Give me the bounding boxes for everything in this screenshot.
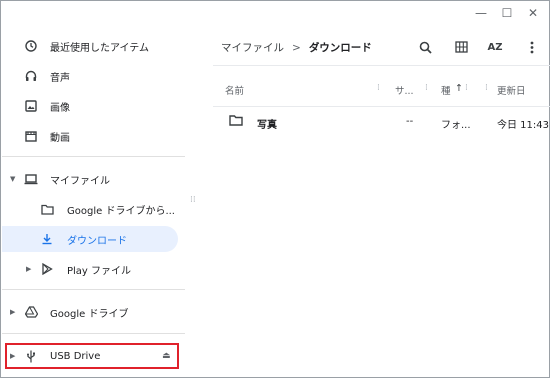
- sidebar-item-downloads[interactable]: ダウンロード: [2, 226, 178, 252]
- sidebar-item-videos[interactable]: 動画: [2, 123, 187, 149]
- table-row[interactable]: 写真 -- フォ... 今日 11:43: [213, 109, 550, 135]
- sidebar-item-label: 画像: [50, 102, 70, 114]
- expand-arrow-icon[interactable]: ▼: [10, 175, 15, 183]
- laptop-icon: [24, 172, 38, 186]
- sidebar-item-label: ダウンロード: [67, 235, 127, 247]
- grid-view-icon: [454, 41, 468, 53]
- file-name: 写真: [257, 120, 277, 131]
- column-resize-handle[interactable]: ⁞: [377, 83, 380, 93]
- breadcrumb: マイファイル > ダウンロード: [221, 40, 372, 55]
- sidebar-resize-handle[interactable]: ⁞⁞: [190, 196, 196, 209]
- more-options-button[interactable]: [523, 38, 541, 56]
- sort-az-icon: AZ: [487, 41, 503, 53]
- expand-arrow-icon[interactable]: ▶: [26, 265, 31, 273]
- sidebar-item-recent[interactable]: 最近使用したアイテム: [2, 33, 187, 59]
- file-size: --: [406, 116, 414, 127]
- sidebar-item-label: Play ファイル: [67, 265, 132, 277]
- sidebar-item-label: 最近使用したアイテム: [50, 42, 149, 54]
- sidebar-item-google-drive-folder[interactable]: Google ドライブから...: [2, 196, 187, 222]
- minimize-button[interactable]: —: [471, 5, 491, 21]
- breadcrumb-separator: >: [292, 41, 301, 54]
- header-divider: [213, 106, 550, 107]
- sidebar-item-images[interactable]: 画像: [2, 93, 187, 119]
- sidebar-divider: [2, 333, 185, 334]
- column-header-name[interactable]: 名前: [225, 83, 244, 97]
- folder-icon: [40, 202, 54, 216]
- sidebar-item-label: 音声: [50, 72, 70, 84]
- sidebar-item-my-files[interactable]: ▼ マイファイル: [2, 166, 187, 192]
- column-resize-handle[interactable]: ⁞: [465, 83, 468, 93]
- google-drive-icon: [24, 305, 38, 319]
- sidebar-item-label: Google ドライブから...: [67, 205, 175, 217]
- column-header-modified[interactable]: 更新日: [497, 83, 526, 97]
- headphones-icon: [24, 69, 38, 83]
- grid-view-button[interactable]: [452, 38, 470, 56]
- image-icon: [24, 99, 38, 113]
- expand-arrow-icon[interactable]: ▶: [10, 308, 15, 316]
- sidebar-item-label: マイファイル: [50, 175, 110, 187]
- file-type: フォ...: [441, 120, 471, 131]
- toolbar-divider: [213, 65, 550, 66]
- sidebar-item-google-drive[interactable]: ▶ Google ドライブ: [2, 299, 187, 325]
- column-header-type[interactable]: 種: [441, 83, 451, 97]
- maximize-button[interactable]: ☐: [497, 5, 517, 21]
- download-icon: [40, 232, 54, 246]
- more-vert-icon: [530, 41, 534, 53]
- play-store-icon: [40, 262, 54, 276]
- sidebar-item-label: 動画: [50, 132, 70, 144]
- search-button[interactable]: [416, 38, 434, 56]
- file-modified: 今日 11:43: [497, 120, 549, 131]
- sidebar-item-label: Google ドライブ: [50, 308, 129, 320]
- close-button[interactable]: ✕: [523, 5, 543, 21]
- breadcrumb-current[interactable]: ダウンロード: [309, 40, 372, 55]
- sidebar-divider: [2, 289, 185, 290]
- folder-icon: [229, 115, 243, 129]
- sidebar-item-audio[interactable]: 音声: [2, 63, 187, 89]
- main-panel: マイファイル > ダウンロード AZ 名前 ⁞ サ... ⁞ 種 ⁞ ↑ ⁞ 更…: [201, 29, 550, 378]
- sort-up-arrow-icon: ↑: [455, 83, 463, 94]
- column-resize-handle[interactable]: ⁞: [425, 83, 428, 93]
- search-icon: [419, 41, 432, 54]
- window-controls: — ☐ ✕: [471, 5, 543, 21]
- files-app-window: — ☐ ✕ 最近使用したアイテム 音声 画像 動画 ▼ マイファイル Googl…: [0, 0, 550, 378]
- column-resize-handle[interactable]: ⁞: [485, 83, 488, 93]
- sidebar: 最近使用したアイテム 音声 画像 動画 ▼ マイファイル Google ドライブ…: [2, 29, 187, 378]
- sidebar-divider: [2, 156, 185, 157]
- clock-icon: [24, 39, 38, 53]
- breadcrumb-root[interactable]: マイファイル: [221, 40, 284, 55]
- usb-drive-highlight-box: [5, 343, 179, 369]
- sidebar-item-play-files[interactable]: ▶ Play ファイル: [2, 256, 187, 282]
- sort-button[interactable]: AZ: [486, 38, 504, 56]
- film-icon: [24, 129, 38, 143]
- column-header-size[interactable]: サ...: [395, 83, 414, 97]
